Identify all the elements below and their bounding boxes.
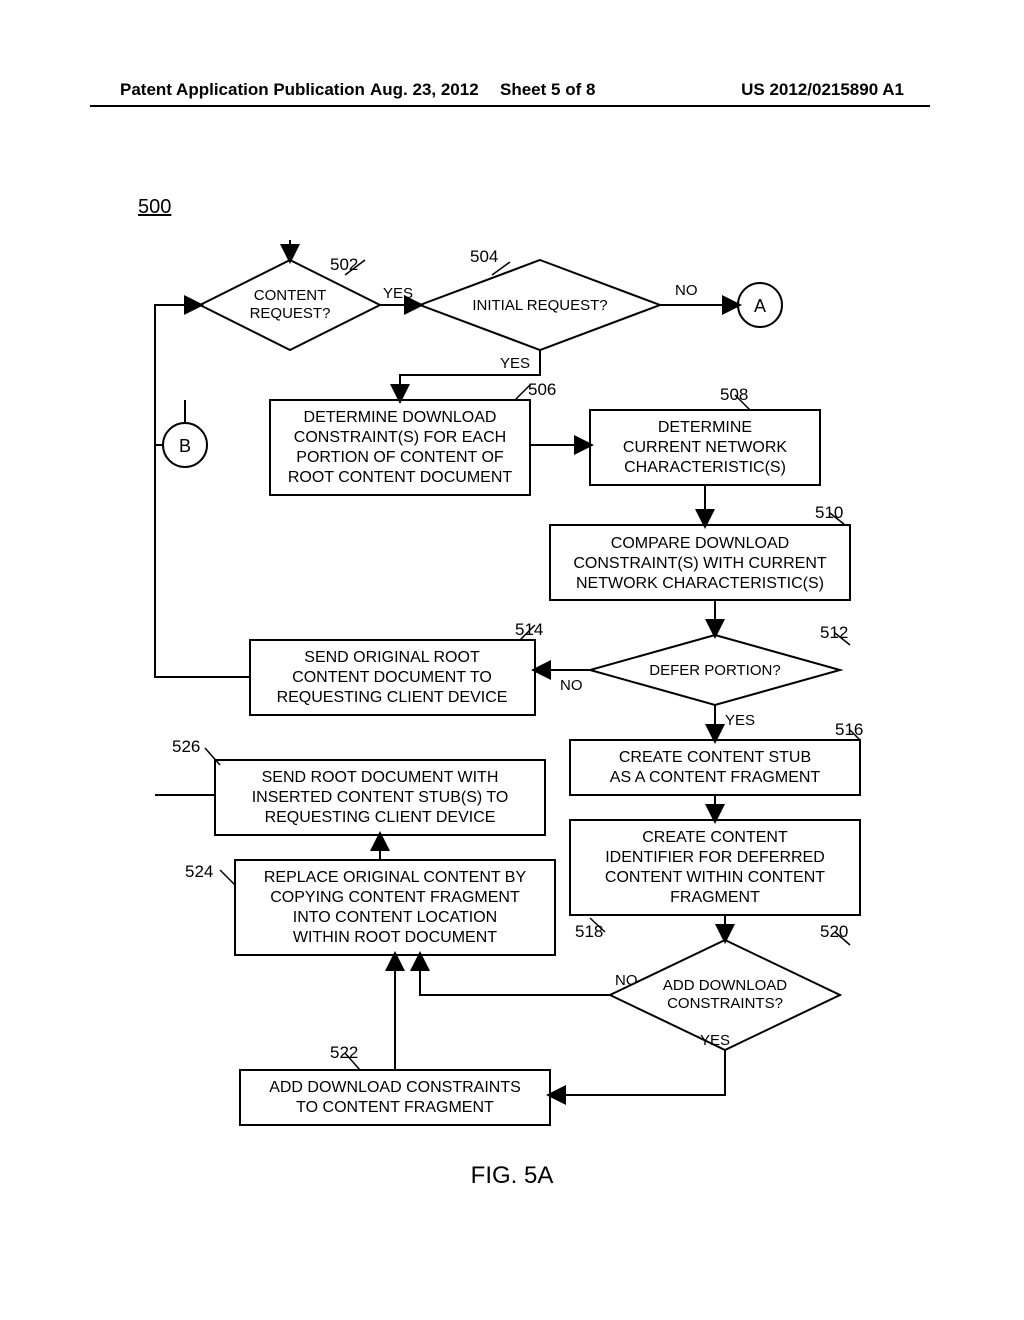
header-left: Patent Application Publication bbox=[120, 80, 365, 100]
edge-520-yes: YES bbox=[700, 1032, 730, 1049]
connector-b-label: B bbox=[179, 436, 191, 456]
b514-l2: CONTENT DOCUMENT TO bbox=[292, 669, 492, 686]
b508-l1: DETERMINE bbox=[658, 419, 752, 436]
b514-l1: SEND ORIGINAL ROOT bbox=[304, 649, 480, 666]
ref-518: 518 bbox=[575, 922, 603, 941]
ref-508: 508 bbox=[720, 385, 748, 404]
ref-524: 524 bbox=[185, 862, 213, 881]
edge-502-yes: YES bbox=[383, 285, 413, 302]
b526-l3: REQUESTING CLIENT DEVICE bbox=[265, 809, 496, 826]
page: Patent Application Publication Aug. 23, … bbox=[0, 0, 1024, 1320]
b518-l2: IDENTIFIER FOR DEFERRED bbox=[605, 849, 825, 866]
b518-l1: CREATE CONTENT bbox=[642, 829, 788, 846]
b524-l3: INTO CONTENT LOCATION bbox=[293, 909, 497, 926]
b524-l1: REPLACE ORIGINAL CONTENT BY bbox=[264, 869, 527, 886]
edge-512-no: NO bbox=[560, 677, 583, 694]
b508-l2: CURRENT NETWORK bbox=[623, 439, 787, 456]
d502-l2: REQUEST? bbox=[250, 305, 331, 322]
ref-522: 522 bbox=[330, 1043, 358, 1062]
header-pubno: US 2012/0215890 A1 bbox=[741, 80, 904, 100]
header-date: Aug. 23, 2012 bbox=[370, 80, 479, 100]
ref-514: 514 bbox=[515, 620, 543, 639]
ref-516: 516 bbox=[835, 720, 863, 739]
connector-a-label: A bbox=[754, 296, 766, 316]
b522-l1: ADD DOWNLOAD CONSTRAINTS bbox=[269, 1079, 521, 1096]
b508-l3: CHARACTERISTIC(S) bbox=[624, 459, 786, 476]
b518-l3: CONTENT WITHIN CONTENT bbox=[605, 869, 825, 886]
ref-512: 512 bbox=[820, 623, 848, 642]
b522-l2: TO CONTENT FRAGMENT bbox=[296, 1099, 494, 1116]
b510-l3: NETWORK CHARACTERISTIC(S) bbox=[576, 575, 824, 592]
b506-l1: DETERMINE DOWNLOAD bbox=[304, 409, 497, 426]
b526-l1: SEND ROOT DOCUMENT WITH bbox=[262, 769, 499, 786]
flowchart: CONTENT REQUEST? 502 INITIAL REQUEST? 50… bbox=[120, 240, 910, 1160]
ref-502: 502 bbox=[330, 255, 358, 274]
b516-l1: CREATE CONTENT STUB bbox=[619, 749, 811, 766]
b524-l2: COPYING CONTENT FRAGMENT bbox=[270, 889, 520, 906]
d502-l1: CONTENT bbox=[254, 287, 327, 304]
edge-504-no: NO bbox=[675, 282, 698, 299]
d520-l2: CONSTRAINTS? bbox=[667, 995, 783, 1012]
ref-526: 526 bbox=[172, 737, 200, 756]
b526-l2: INSERTED CONTENT STUB(S) TO bbox=[252, 789, 509, 806]
header-sheet: Sheet 5 of 8 bbox=[500, 80, 595, 100]
header-rule bbox=[90, 105, 930, 107]
b524-l4: WITHIN ROOT DOCUMENT bbox=[293, 929, 497, 946]
edge-512-yes: YES bbox=[725, 712, 755, 729]
d520-l1: ADD DOWNLOAD bbox=[663, 977, 787, 994]
b510-l1: COMPARE DOWNLOAD bbox=[611, 535, 789, 552]
figure-caption: FIG. 5A bbox=[0, 1162, 1024, 1190]
b518-l4: FRAGMENT bbox=[670, 889, 760, 906]
b510-l2: CONSTRAINT(S) WITH CURRENT bbox=[573, 555, 827, 572]
ref-520: 520 bbox=[820, 922, 848, 941]
b516-l2: AS A CONTENT FRAGMENT bbox=[610, 769, 821, 786]
ref-510: 510 bbox=[815, 503, 843, 522]
edge-504-yes: YES bbox=[500, 355, 530, 372]
d512-l1: DEFER PORTION? bbox=[649, 662, 780, 679]
b506-l4: ROOT CONTENT DOCUMENT bbox=[288, 469, 513, 486]
b506-l2: CONSTRAINT(S) FOR EACH bbox=[294, 429, 506, 446]
ref-506: 506 bbox=[528, 380, 556, 399]
edge-520-no: NO bbox=[615, 972, 638, 989]
figure-number: 500 bbox=[138, 196, 171, 219]
d504-l1: INITIAL REQUEST? bbox=[472, 297, 607, 314]
ref-504: 504 bbox=[470, 247, 498, 266]
b514-l3: REQUESTING CLIENT DEVICE bbox=[277, 689, 508, 706]
b506-l3: PORTION OF CONTENT OF bbox=[296, 449, 504, 466]
